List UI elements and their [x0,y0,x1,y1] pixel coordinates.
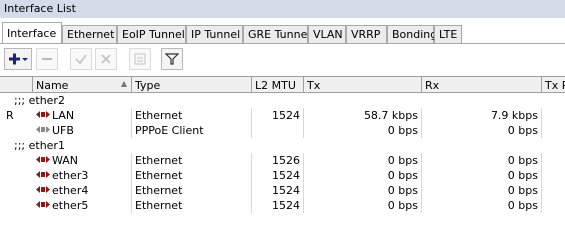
filter-button[interactable] [161,48,183,70]
sort-arrow-icon: ▲ [120,79,127,88]
column-header-type[interactable]: Type [132,76,252,93]
column-header-name[interactable]: Name ▲ [33,76,132,93]
row-rx: 0 bps [422,123,542,138]
tab-eoip-tunnel[interactable]: EoIP Tunnel [117,25,186,43]
tab-bonding[interactable]: Bonding [387,25,437,43]
disable-button[interactable] [95,48,117,70]
tab-lte[interactable]: LTE [434,25,462,43]
comment-button[interactable] [129,48,151,70]
row-name: UFB [52,124,74,137]
ethernet-icon [36,171,50,178]
row-type: Ethernet [132,153,252,168]
table-row[interactable]: ether4 Ethernet 1524 0 bps 0 bps [0,183,565,198]
row-tx: 0 bps [304,168,422,183]
row-rx: 7.9 kbps [422,108,542,123]
column-header-tx[interactable]: Tx [304,76,422,93]
row-name: ether4 [52,184,89,197]
row-l2mtu: 1524 [252,168,304,183]
table-row[interactable]: ether5 Ethernet 1524 0 bps 0 bps [0,198,565,213]
row-type: Ethernet [132,198,252,213]
tab-divider [0,43,565,44]
row-flag: R [6,109,14,122]
row-l2mtu: 1524 [252,198,304,213]
comment-row[interactable]: ;;; ether2 [0,93,565,108]
ethernet-icon [36,111,50,118]
plus-dropdown-icon [9,53,28,65]
column-header-tx-packets[interactable]: Tx P [542,76,565,93]
row-rx: 0 bps [422,198,542,213]
row-type: PPPoE Client [132,123,252,138]
row-rx: 0 bps [422,153,542,168]
table-row[interactable]: WAN Ethernet 1526 0 bps 0 bps [0,153,565,168]
row-tx: 0 bps [304,183,422,198]
row-l2mtu: 1524 [252,108,304,123]
row-comment: ;;; ether2 [14,94,65,107]
row-type: Ethernet [132,168,252,183]
row-tx: 58.7 kbps [304,108,422,123]
row-rx: 0 bps [422,183,542,198]
row-l2mtu: 1524 [252,183,304,198]
row-l2mtu: 1526 [252,153,304,168]
enable-button[interactable] [70,48,92,70]
tab-ethernet[interactable]: Ethernet [62,25,117,43]
window-title: Interface List [0,0,565,18]
row-type: Ethernet [132,183,252,198]
row-name: ether5 [52,199,89,212]
remove-button[interactable] [36,48,58,70]
minus-icon [42,58,52,60]
row-name: WAN [52,154,79,167]
pppoe-icon [36,126,50,133]
row-type: Ethernet [132,108,252,123]
row-tx: 0 bps [304,198,422,213]
filter-icon [165,53,179,65]
row-comment: ;;; ether1 [14,139,65,152]
ethernet-icon [36,156,50,163]
column-header-name-label: Name [36,79,69,92]
table-row[interactable]: UFB PPPoE Client 0 bps 0 bps [0,123,565,138]
toolbar [0,46,565,74]
tab-vrrp[interactable]: VRRP [346,25,387,43]
row-rx: 0 bps [422,168,542,183]
row-name: LAN [52,109,75,122]
column-header-l2mtu[interactable]: L2 MTU [252,76,304,93]
comment-row[interactable]: ;;; ether1 [0,138,565,153]
x-icon [101,54,111,64]
table-row[interactable]: R LAN Ethernet 1524 58.7 kbps 7.9 kbps [0,108,565,123]
column-header-rx[interactable]: Rx [422,76,542,93]
table-row[interactable]: ether3 Ethernet 1524 0 bps 0 bps [0,168,565,183]
ethernet-icon [36,186,50,193]
row-l2mtu [252,123,304,138]
column-header-flags[interactable] [0,76,33,93]
row-tx: 0 bps [304,123,422,138]
ethernet-icon [36,201,50,208]
add-button[interactable] [4,48,32,70]
tab-ip-tunnel[interactable]: IP Tunnel [186,25,243,43]
tab-vlan[interactable]: VLAN [308,25,346,43]
row-tx: 0 bps [304,153,422,168]
tab-bar: Interface Ethernet EoIP Tunnel IP Tunnel… [0,22,565,44]
row-name: ether3 [52,169,89,182]
check-icon [75,54,87,65]
comment-icon [134,53,146,65]
tab-gre-tunnel[interactable]: GRE Tunnel [243,25,310,43]
tab-interface[interactable]: Interface [2,22,62,44]
